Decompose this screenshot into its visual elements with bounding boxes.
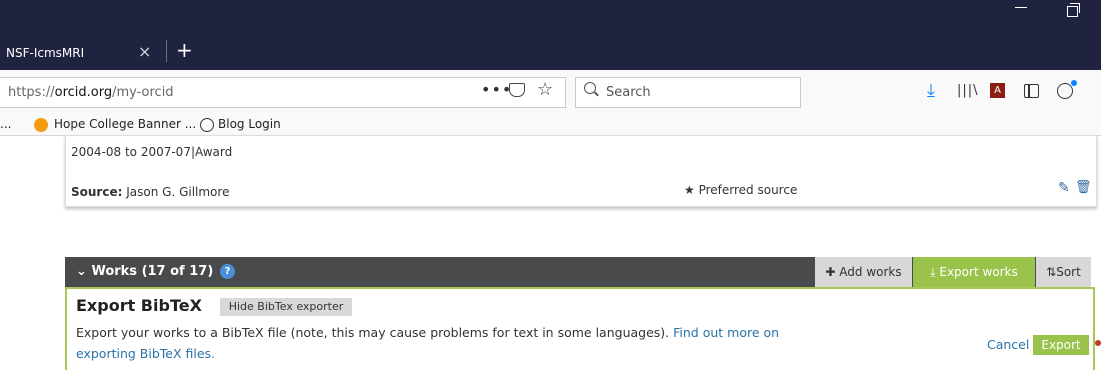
export-works-button[interactable]: ⤓ Export works — [913, 257, 1035, 287]
restore-icon[interactable] — [1067, 6, 1078, 17]
page-actions-icon[interactable]: ••• — [481, 80, 512, 99]
works-toggle[interactable]: ⌄ Works (17 of 17) — [76, 264, 213, 279]
annotation-mark — [1095, 340, 1101, 346]
pdf-icon[interactable]: A — [990, 83, 1005, 98]
tab-title[interactable]: NSF-IcmsMRI — [6, 46, 84, 60]
download-icon: ⤓ — [930, 265, 936, 279]
chevron-down-icon: ⌄ — [76, 264, 87, 279]
window-titlebar — [0, 0, 1101, 36]
award-date-range: 2004-08 to 2007-07|Award — [71, 145, 233, 159]
pocket-icon[interactable] — [509, 83, 525, 97]
help-icon[interactable]: ? — [220, 264, 235, 279]
hide-bibtex-button[interactable]: Hide BibTex exporter — [220, 298, 352, 316]
search-placeholder: Search — [606, 85, 651, 100]
sidebar-icon-divider — [1028, 85, 1030, 97]
bookmark-blog-login[interactable]: Blog Login — [218, 117, 281, 131]
award-source: Source: Jason G. Gillmore — [71, 185, 230, 199]
hope-college-icon — [34, 118, 48, 132]
bookmark-star-icon[interactable]: ☆ — [537, 79, 553, 100]
export-button[interactable]: Export — [1033, 335, 1089, 355]
star-icon: ★ — [684, 183, 695, 197]
bookmark-partial[interactable]: ... — [0, 117, 11, 131]
sidebar-icon[interactable] — [1024, 84, 1039, 98]
cancel-button[interactable]: Cancel — [987, 337, 1029, 352]
new-tab-button[interactable]: + — [176, 38, 193, 62]
sort-button[interactable]: ⇅Sort — [1036, 257, 1091, 287]
tab-separator — [166, 40, 167, 62]
bookmark-hope-college[interactable]: Hope College Banner ... — [54, 117, 196, 131]
tab-close-icon[interactable]: × — [138, 42, 151, 61]
download-icon[interactable]: ⤓ — [927, 80, 935, 101]
bibtex-description: Export your works to a BibTeX file (note… — [76, 325, 780, 361]
account-badge — [1071, 80, 1077, 86]
add-works-button[interactable]: ✚ Add works — [815, 257, 912, 287]
library-icon[interactable]: |||\ — [957, 83, 979, 98]
globe-icon — [200, 118, 214, 132]
plus-icon: ✚ — [825, 265, 836, 279]
sort-icon: ⇅ — [1046, 265, 1057, 279]
edit-icon[interactable]: ✎ — [1058, 180, 1070, 196]
account-icon[interactable] — [1057, 83, 1073, 99]
url-text[interactable]: https://orcid.org/my-orcid — [8, 85, 174, 100]
minimize-icon[interactable] — [1015, 7, 1027, 8]
preferred-source: ★ Preferred source — [684, 183, 798, 197]
bibtex-title: Export BibTeX — [76, 296, 202, 315]
trash-icon[interactable]: 🗑 — [1075, 180, 1092, 195]
